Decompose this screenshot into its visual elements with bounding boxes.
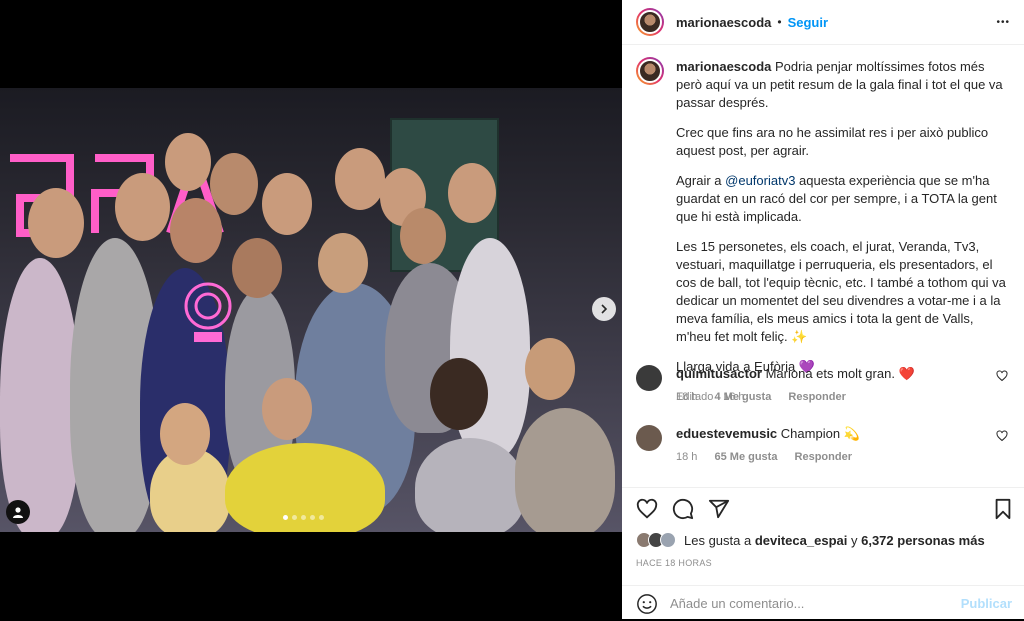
post-sidebar: marionaescoda • Seguir ••• marionaescoda… [622, 0, 1024, 619]
comment-meta: 18 h 65 Me gusta Responder [676, 451, 866, 463]
caption-username[interactable]: marionaescoda [676, 59, 771, 74]
caption-text: Agrair a [676, 173, 726, 188]
person-head [165, 133, 211, 191]
action-icons [636, 498, 730, 520]
person-figure [415, 438, 525, 532]
comment-icon[interactable] [672, 498, 694, 520]
separator-dot: • [777, 15, 782, 29]
trophy-logo [184, 282, 232, 342]
person-head [262, 378, 312, 440]
comment-body: Mariona ets molt gran. ❤️ [765, 366, 915, 381]
person-head [318, 233, 368, 293]
carousel-dot [319, 515, 324, 520]
author-avatar[interactable] [636, 8, 664, 36]
follow-button[interactable]: Seguir [788, 15, 828, 30]
comment-meta: 18 h 4 Me gusta Responder [676, 391, 860, 403]
add-comment-bar: Añade un comentario... Publicar [622, 585, 1024, 621]
caption-paragraph: Les 15 personetes, els coach, el jurat, … [676, 239, 1010, 344]
emoji-icon[interactable] [636, 593, 658, 615]
heart-icon[interactable] [636, 498, 658, 520]
person-figure [0, 258, 80, 532]
carousel-dot [292, 515, 297, 520]
post-actions: Les gusta a deviteca_espai y 6,372 perso… [622, 487, 1024, 620]
reply-button[interactable]: Responder [788, 391, 845, 403]
person-head [210, 153, 258, 215]
comment-text: eduestevemusic Champion 💫 [676, 425, 860, 443]
reply-button[interactable]: Responder [795, 451, 852, 463]
person-head [448, 163, 496, 223]
person-head [160, 403, 210, 465]
user-tag-icon [13, 507, 23, 518]
caption-avatar[interactable] [636, 57, 664, 85]
caption-paragraph: Crec que fins ara no he assimilat res i … [676, 125, 992, 158]
commenter-avatar[interactable] [636, 425, 662, 451]
person-figure [515, 408, 615, 532]
avatar-image [638, 59, 662, 83]
publish-button[interactable]: Publicar [961, 596, 1012, 611]
likes-summary: Les gusta a deviteca_espai y 6,372 perso… [636, 532, 985, 548]
post-timestamp[interactable]: HACE 18 HORAS [636, 558, 712, 568]
share-icon[interactable] [708, 498, 730, 520]
user-tag-button[interactable] [6, 500, 30, 524]
likes-mid: y [850, 532, 858, 548]
commenter-username[interactable]: quimitusactor [676, 366, 762, 381]
carousel-dot [283, 515, 288, 520]
commenter-avatar[interactable] [636, 365, 662, 391]
post-header: marionaescoda • Seguir ••• [622, 0, 1024, 45]
person-head [430, 358, 488, 430]
comment-time: 18 h [676, 391, 698, 403]
comment-time: 18 h [676, 451, 698, 463]
comment-body: Champion 💫 [780, 426, 860, 441]
likes-prefix: Les gusta a [684, 532, 752, 548]
carousel-dot [301, 515, 306, 520]
author-username[interactable]: marionaescoda [676, 15, 771, 30]
comments-area[interactable]: marionaescoda Podria penjar moltíssimes … [622, 45, 1024, 487]
comment-likes[interactable]: 4 Me gusta [714, 391, 771, 403]
mention-link[interactable]: @euforiatv3 [725, 173, 795, 188]
person-head [335, 148, 385, 210]
commenter-username[interactable]: eduestevemusic [676, 426, 777, 441]
more-options-icon[interactable]: ••• [996, 17, 1010, 28]
person-head [115, 173, 170, 241]
person-head [170, 198, 222, 263]
chevron-right-icon [601, 304, 608, 314]
next-photo-button[interactable] [592, 297, 616, 321]
post-media [0, 0, 622, 619]
comment-input[interactable]: Añade un comentario... [670, 596, 961, 611]
heart-icon[interactable] [996, 370, 1008, 382]
caption: marionaescoda Podria penjar moltíssimes … [676, 58, 1012, 406]
person-head [28, 188, 84, 258]
carousel-dots [283, 515, 324, 520]
comment-likes[interactable]: 65 Me gusta [714, 451, 777, 463]
comment-text: quimitusactor Mariona ets molt gran. ❤️ [676, 365, 915, 383]
person-head [262, 173, 312, 235]
avatar-image [638, 10, 662, 34]
person-head [400, 208, 446, 264]
likes-count[interactable]: 6,372 personas más [861, 533, 985, 548]
post-photo[interactable] [0, 88, 622, 532]
liker-username[interactable]: deviteca_espai [755, 533, 848, 548]
heart-icon[interactable] [996, 430, 1008, 442]
bookmark-icon[interactable] [992, 498, 1014, 520]
carousel-dot [310, 515, 315, 520]
person-head [525, 338, 575, 400]
liker-avatar [660, 532, 676, 548]
